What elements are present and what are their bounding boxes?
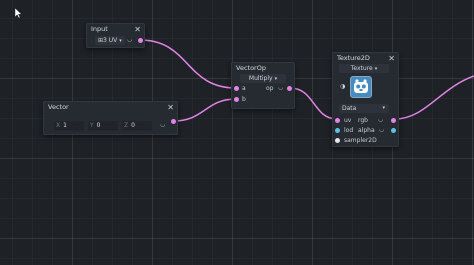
swizzle-icon: ◡ xyxy=(278,84,284,91)
input-node[interactable]: Input ✕ ⊞3 UV ▾ ◡ xyxy=(86,23,145,48)
input-label-b: b xyxy=(242,96,246,103)
vector-node-title[interactable]: Vector ✕ xyxy=(44,102,177,113)
swizzle-icon: ◡ xyxy=(378,116,384,123)
texture-preview-icon[interactable] xyxy=(350,76,372,98)
input-port-lod[interactable] xyxy=(335,128,340,133)
vector-y-label: Y xyxy=(90,122,94,129)
close-icon[interactable]: ✕ xyxy=(134,24,141,35)
wire-vector-to-vectorop-b xyxy=(172,98,237,122)
wire-input-to-vectorop-a xyxy=(139,39,237,89)
vector-z-label: Z xyxy=(124,122,129,129)
cursor-icon xyxy=(14,7,22,20)
input-mode-dropdown[interactable]: ⊞3 UV ▾ xyxy=(95,36,125,45)
vector-x-label: X xyxy=(56,122,61,129)
vector-x-field[interactable]: X1 xyxy=(54,121,84,131)
close-icon[interactable]: ✕ xyxy=(388,53,395,64)
output-port-op[interactable] xyxy=(287,86,292,91)
vector-y-value: 0 xyxy=(96,122,101,129)
vectorop-operation-label: Multiply xyxy=(248,75,273,82)
chevron-down-icon: ▾ xyxy=(274,76,278,82)
input-mode-glyph: ⊞3 xyxy=(98,37,107,44)
output-label-op: op xyxy=(266,85,274,92)
chevron-down-icon: ▾ xyxy=(374,66,378,72)
input-label-lod: lod xyxy=(344,127,354,134)
input-label-uv: uv xyxy=(344,117,352,124)
swizzle-icon: ◡ xyxy=(127,36,133,43)
texture2d-node-title[interactable]: Texture2D ✕ xyxy=(333,53,398,64)
output-port-rgb[interactable] xyxy=(391,118,396,123)
vectorop-node-title-text: VectorOp xyxy=(236,64,266,72)
texture2d-node[interactable]: Texture2D ✕ Texture ▾ ◑ Data ▾ uv rgb ◡ lo… xyxy=(332,52,399,147)
vector-y-field[interactable]: Y0 xyxy=(88,121,118,131)
vector-node[interactable]: Vector ✕ X1 Y0 Z0 ◡ xyxy=(43,101,178,135)
input-node-title[interactable]: Input ✕ xyxy=(87,24,144,35)
output-port-alpha[interactable] xyxy=(391,128,396,133)
texture-source-label: Texture xyxy=(350,65,373,72)
input-port-sampler2d[interactable] xyxy=(335,138,340,143)
texture-type-label: Data xyxy=(342,105,357,112)
texture-reset-icon[interactable]: ◑ xyxy=(340,83,345,90)
input-label-sampler2d: sampler2D xyxy=(344,137,377,144)
texture2d-node-title-text: Texture2D xyxy=(337,54,370,62)
input-port-a[interactable] xyxy=(234,86,239,91)
wire-texture-rgb-out xyxy=(394,75,474,120)
input-node-title-text: Input xyxy=(91,25,108,33)
vector-z-field[interactable]: Z0 xyxy=(122,121,152,131)
vectorop-node[interactable]: VectorOp Multiply ▾ a op ◡ b xyxy=(231,62,295,109)
vector-x-value: 1 xyxy=(63,122,67,129)
swizzle-icon: ◡ xyxy=(379,126,385,133)
chevron-down-icon: ▾ xyxy=(382,105,385,111)
vector-z-value: 0 xyxy=(131,122,135,129)
input-mode-label: UV xyxy=(108,37,118,44)
swizzle-icon: ◡ xyxy=(160,121,166,128)
texture-type-dropdown[interactable]: Data ▾ xyxy=(339,104,389,113)
vector-node-title-text: Vector xyxy=(48,103,69,111)
chevron-down-icon: ▾ xyxy=(119,38,122,44)
input-label-a: a xyxy=(242,85,246,92)
output-port-vector[interactable] xyxy=(171,119,176,124)
close-icon[interactable]: ✕ xyxy=(167,102,174,113)
wire-vectorop-to-texture-uv xyxy=(289,87,338,120)
input-port-b[interactable] xyxy=(234,97,239,102)
vectorop-operation-dropdown[interactable]: Multiply ▾ xyxy=(240,74,286,83)
output-label-alpha: alpha xyxy=(358,127,375,134)
vectorop-node-title[interactable]: VectorOp xyxy=(232,63,294,74)
output-label-rgb: rgb xyxy=(358,117,368,124)
output-port-uv[interactable] xyxy=(138,38,143,43)
input-port-uv[interactable] xyxy=(335,118,340,123)
texture-source-dropdown[interactable]: Texture ▾ xyxy=(339,64,389,73)
